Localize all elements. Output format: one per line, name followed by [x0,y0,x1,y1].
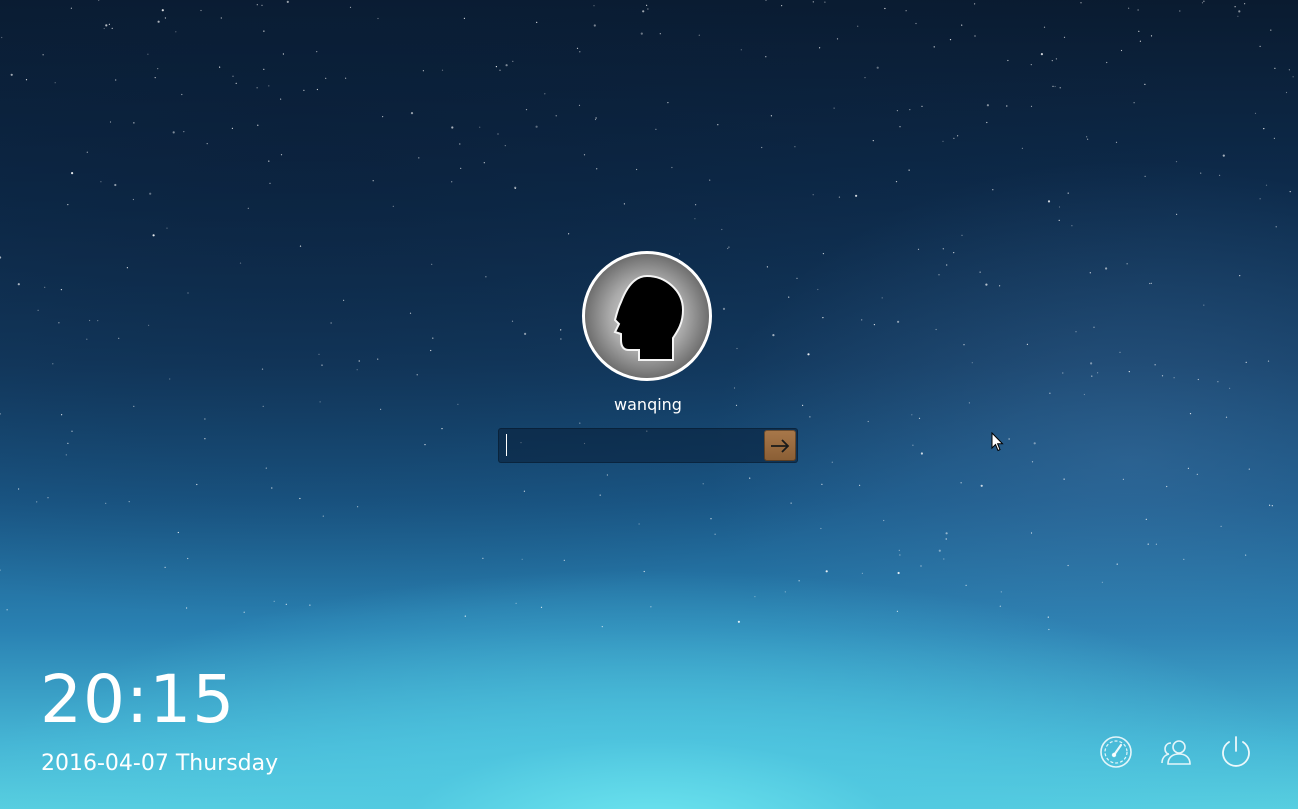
power-icon [1222,736,1250,767]
login-submit-button[interactable] [764,430,796,461]
clock-date: 2016-04-07 Thursday [41,751,279,776]
password-input[interactable] [502,430,760,462]
switch-user-button[interactable] [1157,733,1195,771]
session-button[interactable] [1097,733,1135,771]
head-silhouette-icon [585,254,709,378]
users-icon [1161,740,1191,765]
clock-time: 20:15 [40,661,236,738]
mouse-pointer-icon [991,432,1004,452]
text-caret [506,434,507,456]
arrow-right-icon [771,438,790,453]
username-label: wanqing [614,395,682,414]
gauge-icon [1100,736,1132,768]
user-avatar[interactable] [582,251,712,381]
power-button[interactable] [1217,733,1255,771]
password-row [498,428,798,463]
